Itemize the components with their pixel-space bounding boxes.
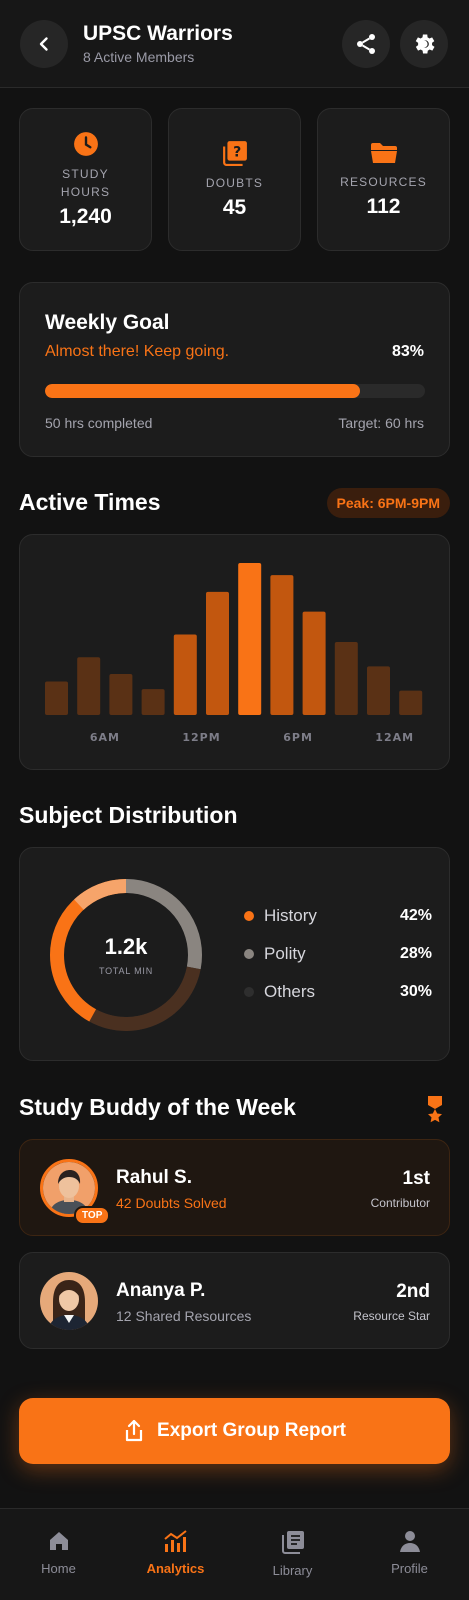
buddy-name: Ananya P.: [116, 1280, 206, 1301]
active-times-chart: 6AM 12PM 6PM 12AM: [45, 563, 423, 744]
question-icon: ?: [222, 140, 247, 166]
legend-value: 28%: [399, 945, 432, 962]
goal-progress-bar: [45, 384, 425, 398]
stat-value: 45: [222, 195, 247, 219]
legend-item-polity: Polity 28%: [244, 942, 432, 966]
bar: [206, 591, 229, 715]
svg-text:?: ?: [233, 144, 241, 160]
top-badge: TOP: [74, 1206, 111, 1225]
bar: [238, 563, 262, 715]
buddy-name: Rahul S.: [116, 1167, 193, 1188]
buddy-detail: 12 Shared Resources: [116, 1308, 252, 1324]
bottom-nav: Home Analytics Library Profile: [0, 1508, 469, 1600]
bar: [77, 657, 101, 715]
nav-label: Library: [272, 1563, 313, 1578]
bar: [334, 642, 358, 715]
nav-profile[interactable]: Profile: [351, 1509, 468, 1600]
legend-label: History: [264, 906, 317, 925]
legend-dot: [244, 949, 254, 959]
gear-icon: [415, 34, 435, 54]
bar: [270, 575, 294, 715]
nav-home[interactable]: Home: [0, 1509, 117, 1600]
buddy-role: Contributor: [370, 1196, 430, 1210]
goal-target: Target: 60 hrs: [338, 415, 424, 431]
avatar: [40, 1272, 98, 1330]
stat-study-hours[interactable]: STUDY HOURS 1,240: [19, 108, 152, 251]
subject-distribution-title: Subject Distribution: [19, 802, 238, 828]
donut-center-label: TOTAL MIN: [98, 966, 154, 976]
nav-label: Analytics: [146, 1561, 205, 1576]
bar: [109, 673, 133, 715]
buddy-detail: 42 Doubts Solved: [116, 1195, 227, 1211]
legend-value: 30%: [399, 983, 432, 1000]
export-report-button[interactable]: Export Group Report: [19, 1398, 450, 1464]
weekly-goal-card: Weekly Goal Almost there! Keep going. 83…: [19, 282, 450, 457]
analytics-icon: [163, 1530, 187, 1552]
goal-percent: 83%: [391, 343, 424, 360]
member-count: 8 Active Members: [83, 49, 195, 65]
buddy-card-ananya[interactable]: Ananya P. 12 Shared Resources 2nd Resour…: [19, 1252, 450, 1349]
goal-title: Weekly Goal: [45, 311, 170, 334]
buddy-rank: 1st: [402, 1168, 430, 1189]
nav-label: Profile: [391, 1561, 428, 1576]
tick-label: 6AM: [90, 731, 120, 744]
group-title: UPSC Warriors: [83, 22, 233, 45]
study-buddy-title: Study Buddy of the Week: [19, 1094, 296, 1120]
bar: [399, 690, 423, 715]
goal-message: Almost there! Keep going.: [45, 343, 230, 360]
bar: [367, 666, 390, 715]
home-icon: [49, 1532, 68, 1550]
bar: [45, 681, 68, 715]
export-button-label: Export Group Report: [157, 1420, 346, 1441]
bar: [173, 634, 197, 715]
profile-icon: [399, 1531, 420, 1552]
medal-icon[interactable]: [424, 1095, 446, 1123]
chevron-left-icon: [39, 37, 48, 51]
goal-progress-fill: [45, 384, 361, 398]
bar: [141, 689, 165, 715]
tick-label: 12PM: [182, 731, 220, 744]
goal-completed: 50 hrs completed: [45, 415, 153, 431]
stat-resources[interactable]: RESOURCES 112: [317, 108, 450, 251]
clock-icon: [73, 131, 98, 156]
share-icon: [357, 34, 375, 54]
legend-item-history: History 42%: [244, 904, 432, 928]
active-times-title: Active Times: [19, 489, 161, 515]
nav-analytics[interactable]: Analytics: [117, 1509, 234, 1600]
export-icon: [125, 1419, 143, 1442]
subject-distribution-card: 1.2k TOTAL MIN History 42% Polity 28% Ot…: [19, 847, 450, 1061]
legend-label: Others: [264, 982, 316, 1001]
stat-doubts[interactable]: ? DOUBTS 45: [168, 108, 301, 251]
legend-label: Polity: [264, 944, 306, 963]
stat-value: 112: [366, 194, 401, 218]
settings-button[interactable]: [400, 20, 448, 68]
stat-value: 1,240: [59, 204, 112, 228]
peak-badge: Peak: 6PM-9PM: [326, 488, 450, 518]
back-button[interactable]: [20, 20, 68, 68]
donut-center-value: 1.2k: [104, 934, 148, 959]
stat-label: DOUBTS: [205, 175, 264, 190]
buddy-rank: 2nd: [396, 1281, 430, 1302]
nav-label: Home: [41, 1561, 76, 1576]
buddy-card-rahul[interactable]: TOP Rahul S. 42 Doubts Solved 1st Contri…: [19, 1139, 450, 1236]
legend-value: 42%: [399, 907, 432, 924]
active-times-card: 6AM 12PM 6PM 12AM: [19, 534, 450, 770]
buddy-role: Resource Star: [353, 1309, 430, 1323]
tick-label: 6PM: [283, 731, 313, 744]
nav-library[interactable]: Library: [234, 1509, 351, 1600]
top-bar: UPSC Warriors 8 Active Members: [0, 0, 469, 88]
bar: [302, 611, 326, 715]
folder-icon: [370, 142, 397, 163]
legend-dot: [244, 911, 254, 921]
library-icon: [281, 1531, 304, 1554]
legend-dot: [244, 987, 254, 997]
legend-item-others: Others 30%: [244, 980, 432, 1004]
share-button[interactable]: [342, 20, 390, 68]
stat-label: STUDY HOURS: [60, 166, 111, 199]
tick-label: 12AM: [375, 731, 414, 744]
stat-label: RESOURCES: [340, 174, 427, 189]
